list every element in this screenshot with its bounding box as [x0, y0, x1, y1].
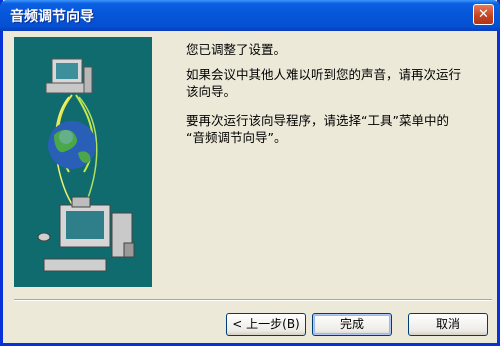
cancel-button[interactable]: 取消: [408, 313, 488, 336]
title-bar[interactable]: 音频调节向导 ✕: [0, 0, 500, 31]
finish-button[interactable]: 完成: [312, 313, 392, 336]
button-separator: [14, 299, 492, 301]
window-title: 音频调节向导: [10, 9, 94, 25]
back-button[interactable]: < 上一步(B): [226, 313, 306, 336]
wizard-window: 音频调节向导 ✕ 您已调整了设置。 如果会议中其他人难以听到您的声音，请再次运行…: [0, 0, 500, 346]
rerun-hint: 如果会议中其他人难以听到您的声音，请再次运行 该向导。: [186, 67, 462, 99]
menu-hint: 要再次运行该向导程序，请选择“工具”菜单中的 “音频调节向导”。: [186, 113, 449, 145]
wizard-illustration: [14, 37, 152, 287]
wizard-content: 您已调整了设置。 如果会议中其他人难以听到您的声音，请再次运行 该向导。 要再次…: [186, 41, 486, 158]
completion-message: 您已调整了设置。: [186, 42, 287, 57]
globe-icon: [48, 121, 96, 169]
close-icon: ✕: [478, 7, 489, 22]
network-computers-illustration: [14, 37, 152, 287]
close-button[interactable]: ✕: [473, 4, 494, 25]
